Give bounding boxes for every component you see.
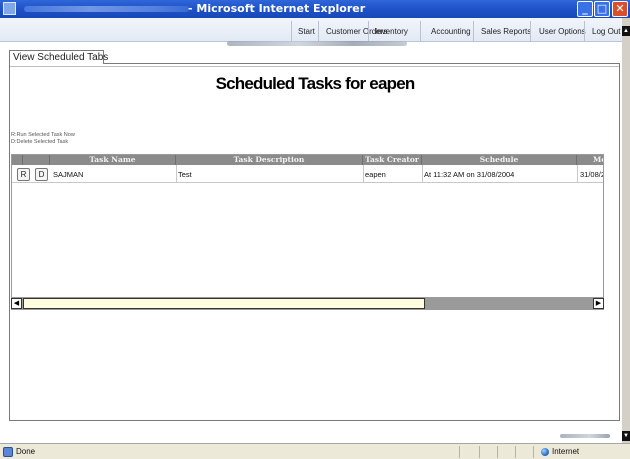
- nav-separator: [584, 21, 585, 41]
- run-task-button[interactable]: R: [17, 168, 30, 181]
- status-text: Done: [16, 447, 36, 456]
- title-blurred-text: [24, 6, 189, 12]
- cell-task-creator: eapen: [365, 170, 386, 179]
- page-title: Scheduled Tasks for eapen: [215, 74, 416, 93]
- scroll-up-icon[interactable]: ▲: [622, 26, 630, 36]
- column-divider: [577, 165, 578, 183]
- delete-task-button[interactable]: D: [35, 168, 48, 181]
- nav-item-inventory[interactable]: Inventory: [375, 27, 408, 36]
- panel-top-border: [104, 63, 620, 64]
- nav-separator: [291, 21, 292, 41]
- scroll-down-icon[interactable]: ▼: [622, 431, 630, 441]
- scheduled-tasks-table: Task Name Task Description Task Creator …: [11, 154, 604, 309]
- nav-item-start[interactable]: Start: [298, 27, 315, 36]
- cell-task-description: Test: [178, 170, 192, 179]
- tab-view-scheduled-tabs[interactable]: View Scheduled Tabs: [9, 50, 108, 64]
- legend-delete: D:Delete Selected Task: [11, 139, 69, 145]
- cell-mos: 31/08/2: [580, 170, 604, 179]
- blurred-subheader: [227, 41, 407, 46]
- status-divider: [533, 446, 534, 458]
- column-header-task-name[interactable]: Task Name: [50, 155, 176, 165]
- nav-separator: [530, 21, 531, 41]
- cell-task-name: SAJMAN: [53, 170, 84, 179]
- column-header-run: [12, 155, 23, 165]
- nav-separator: [318, 21, 319, 41]
- blurred-footer-text: [560, 434, 610, 438]
- internet-zone-icon: [541, 448, 549, 456]
- top-navigation: Start Customer Orders Inventory Accounti…: [0, 18, 630, 42]
- table-horizontal-scrollbar[interactable]: ◀ ▶: [11, 297, 604, 310]
- nav-item-log-out[interactable]: Log Out: [592, 27, 620, 36]
- column-divider: [422, 165, 423, 183]
- column-divider: [176, 165, 177, 183]
- status-divider: [479, 446, 480, 458]
- status-divider: [515, 446, 516, 458]
- cell-schedule: At 11:32 AM on 31/08/2004: [424, 170, 515, 179]
- scroll-left-icon[interactable]: ◀: [11, 298, 22, 309]
- maximize-button[interactable]: □: [594, 1, 610, 17]
- nav-item-accounting[interactable]: Accounting: [431, 27, 471, 36]
- column-header-task-description[interactable]: Task Description: [176, 155, 363, 165]
- window-title-bar: - Microsoft Internet Explorer _ □ ✕: [0, 0, 630, 18]
- column-header-delete: [23, 155, 50, 165]
- status-divider: [497, 446, 498, 458]
- minimize-button[interactable]: _: [577, 1, 593, 17]
- status-bar: Done Internet: [0, 443, 630, 459]
- column-divider: [363, 165, 364, 183]
- scrollbar-thumb[interactable]: [23, 298, 425, 309]
- panel-inner-rule: [10, 66, 619, 67]
- legend-run: R:Run Selected Task Now: [11, 132, 75, 138]
- page-done-icon: [3, 447, 13, 457]
- page-footer-area: [0, 421, 622, 443]
- ie-icon: [3, 2, 16, 15]
- column-header-mos[interactable]: Mos: [577, 155, 603, 165]
- nav-separator: [420, 21, 421, 41]
- security-zone-label: Internet: [552, 447, 580, 456]
- nav-separator: [368, 21, 369, 41]
- nav-separator: [473, 21, 474, 41]
- nav-item-sales-reports[interactable]: Sales Reports: [481, 27, 531, 36]
- nav-item-user-options[interactable]: User Options: [539, 27, 586, 36]
- column-header-schedule[interactable]: Schedule: [422, 155, 577, 165]
- close-button[interactable]: ✕: [612, 1, 628, 17]
- scroll-right-icon[interactable]: ▶: [593, 298, 604, 309]
- status-divider: [459, 446, 460, 458]
- window-title: - Microsoft Internet Explorer: [188, 2, 366, 15]
- column-header-task-creator[interactable]: Task Creator: [363, 155, 422, 165]
- table-header: Task Name Task Description Task Creator …: [12, 155, 603, 165]
- table-row: R D SAJMAN Test eapen At 11:32 AM on 31/…: [12, 165, 604, 183]
